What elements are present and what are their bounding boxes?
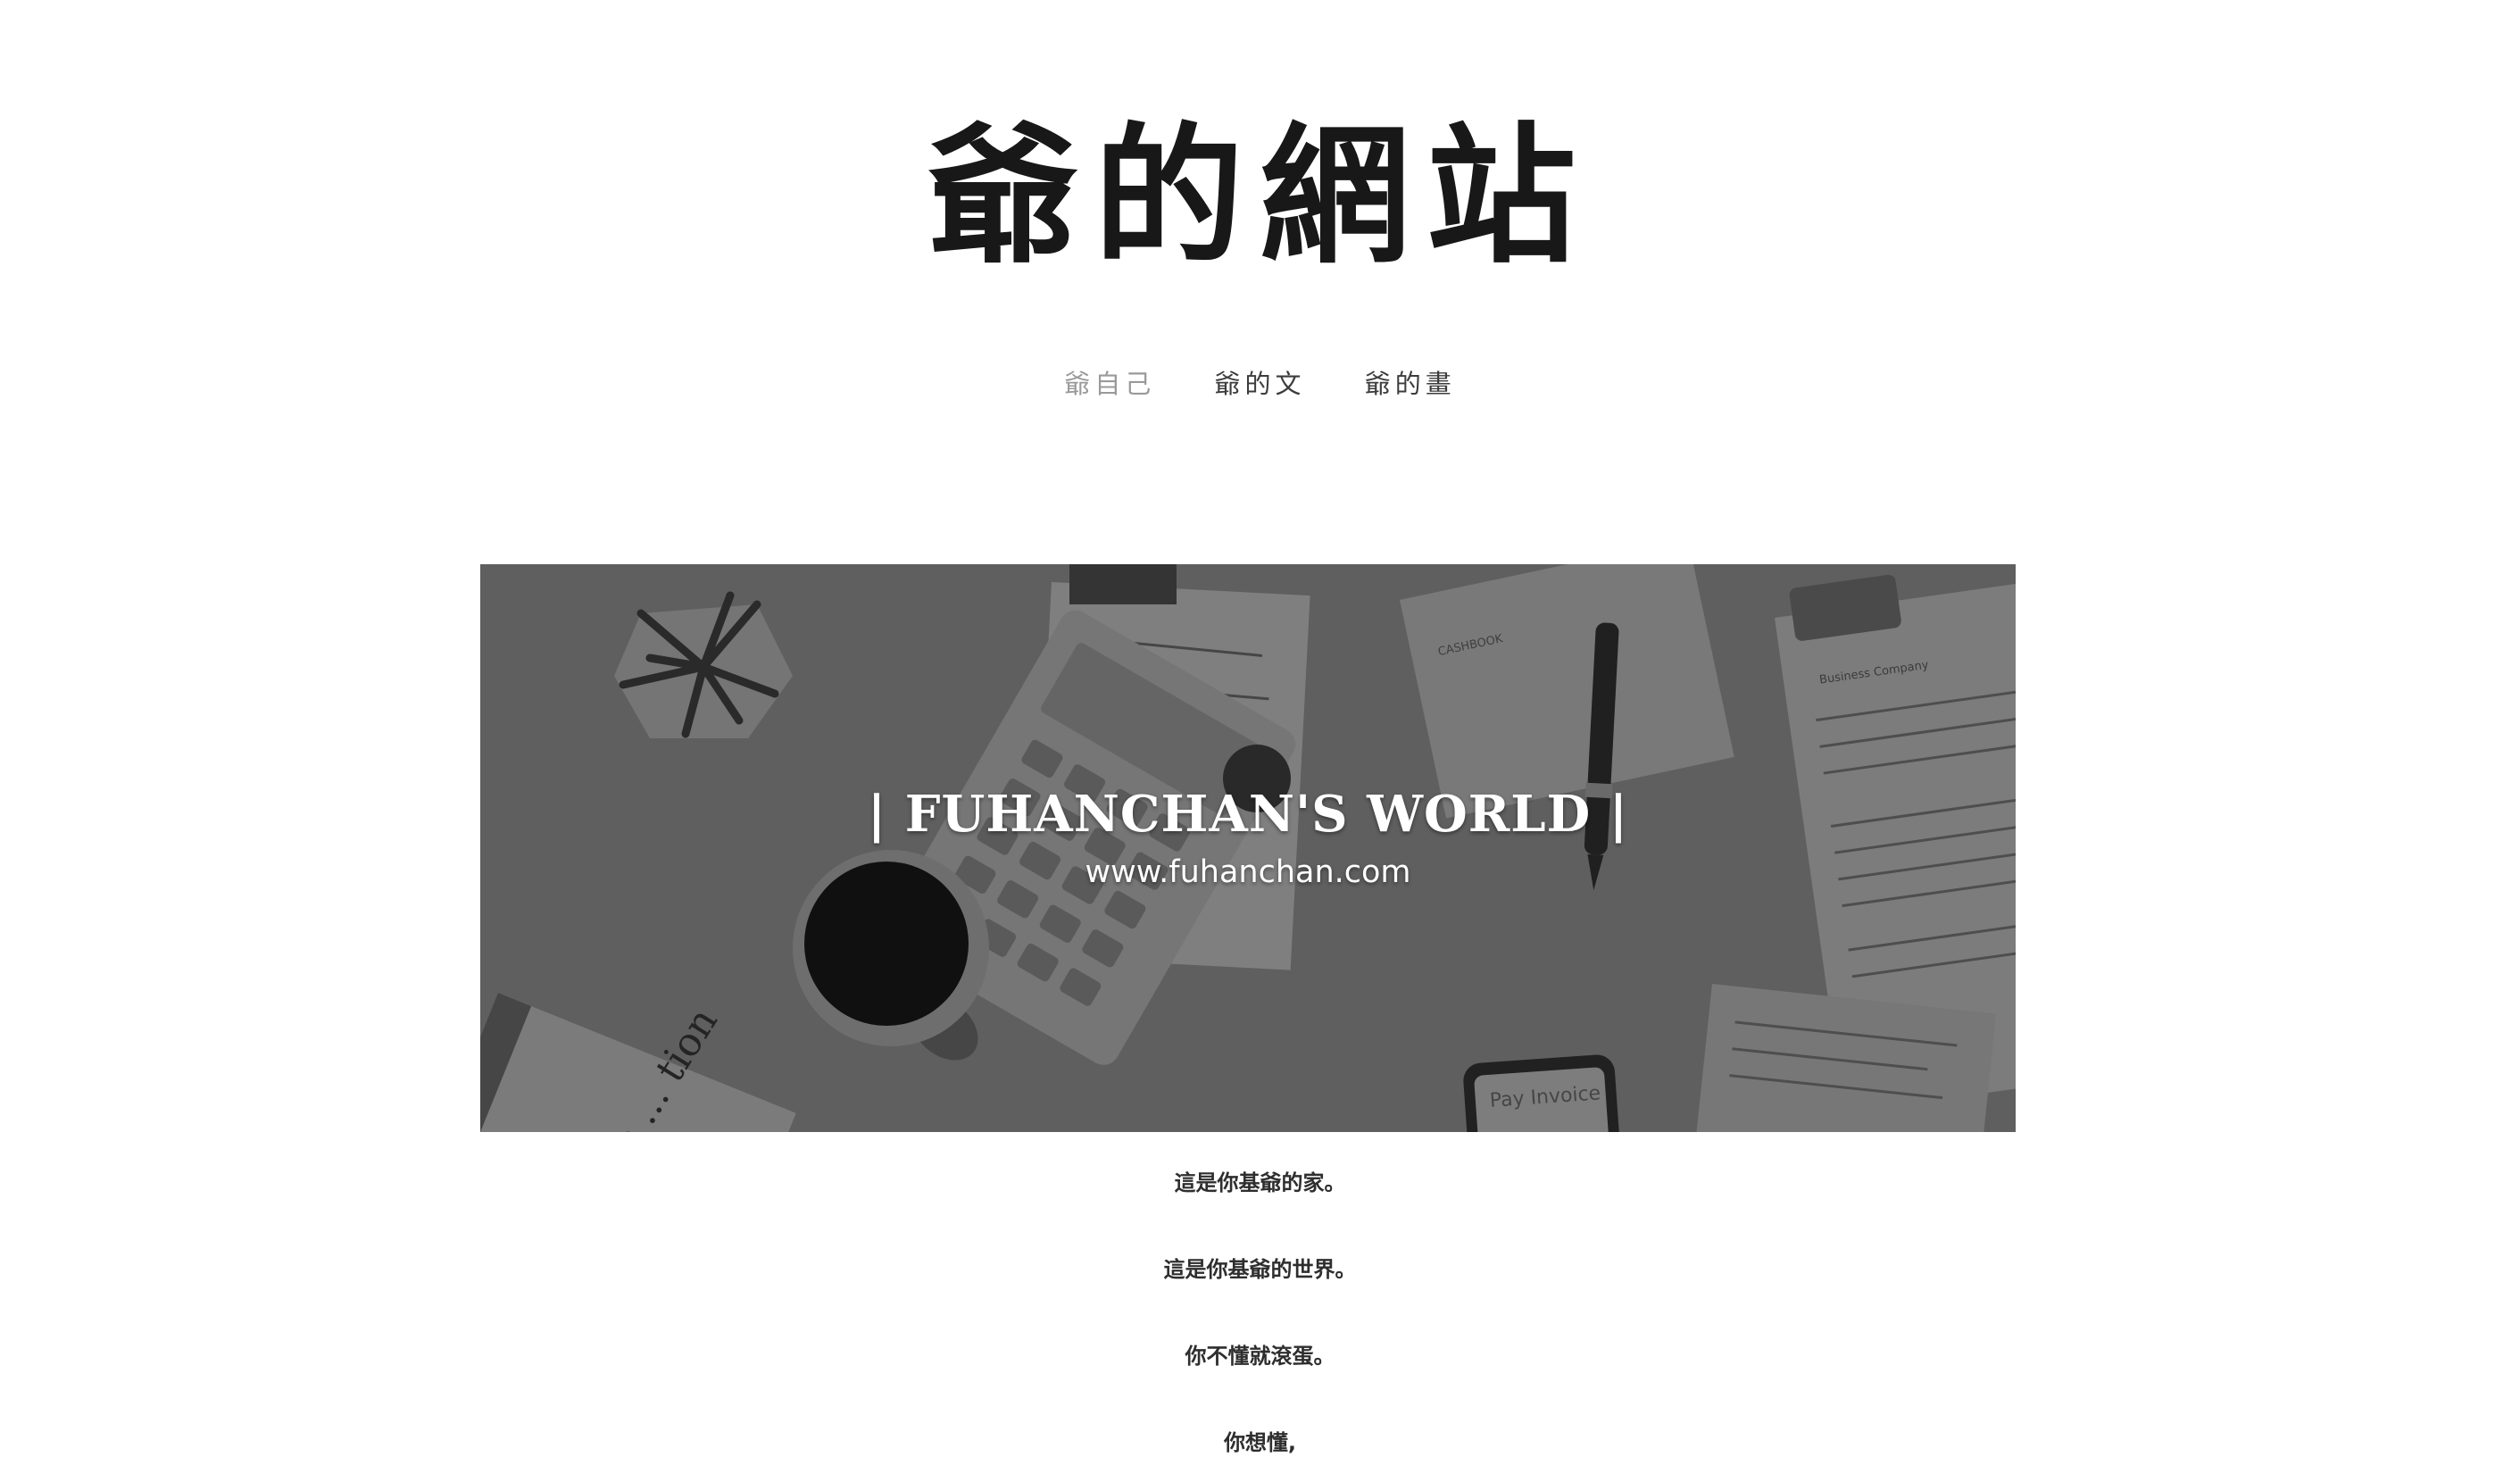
intro-text: 這是你基爺的家。 這是你基爺的世界。 你不懂就滾蛋。 你想懂, [0, 1161, 2520, 1457]
intro-line: 你不懂就滾蛋。 [1185, 1344, 1335, 1369]
nav-item-paintings[interactable]: 爺的畫 [1365, 366, 1456, 402]
hero-text: | FUHANCHAN'S WORLD | www.fuhanchan.com [480, 778, 2016, 895]
site-title[interactable]: 爺的網站 [0, 107, 2520, 286]
nav-item-about[interactable]: 爺自己 [1064, 366, 1155, 402]
hero-title: | FUHANCHAN'S WORLD | [867, 785, 1629, 844]
main-nav: 爺自己 爺的文 爺的畫 [0, 366, 2520, 402]
intro-line: 這是你基爺的家。 [1174, 1170, 1346, 1195]
hero-url: www.fuhanchan.com [1085, 854, 1411, 890]
page: 爺的網站 爺自己 爺的文 爺的畫 CASHBOOK Business Compa… [0, 0, 2520, 1457]
intro-line: 這是你基爺的世界。 [1163, 1257, 1357, 1282]
hero-banner: CASHBOOK Business Company Pay Invoice th… [480, 564, 2016, 1132]
intro-line: 你想懂, [1223, 1430, 1297, 1455]
nav-item-articles[interactable]: 爺的文 [1214, 366, 1305, 402]
